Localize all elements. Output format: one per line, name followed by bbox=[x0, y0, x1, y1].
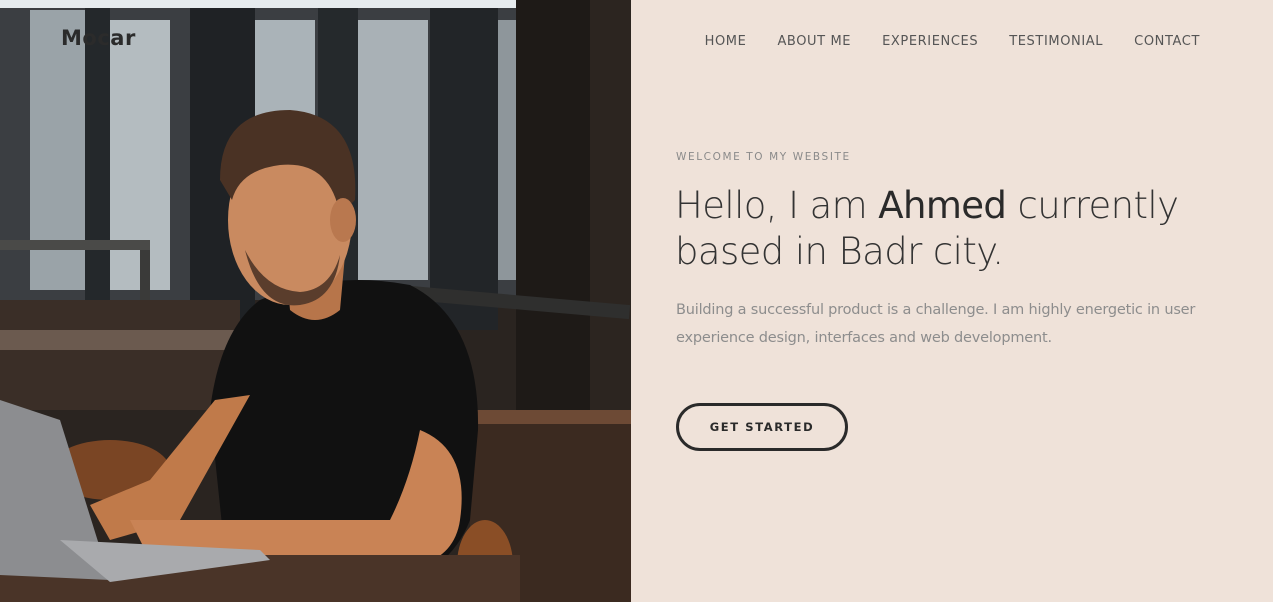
hero-description: Building a successful product is a chall… bbox=[676, 302, 1196, 346]
hero-photo: Mocar bbox=[0, 0, 631, 602]
nav-testimonial[interactable]: TESTIMONIAL bbox=[1009, 34, 1103, 49]
nav-experiences[interactable]: EXPERIENCES bbox=[882, 34, 978, 49]
nav-about-me[interactable]: ABOUT ME bbox=[777, 34, 851, 49]
hero-eyebrow: WELCOME TO MY WEBSITE bbox=[676, 151, 851, 163]
nav-home[interactable]: HOME bbox=[705, 34, 747, 49]
hero-title: Hello, I am Ahmed currently based in Bad… bbox=[675, 183, 1235, 275]
hero-title-name: Ahmed bbox=[878, 184, 1007, 227]
get-started-button[interactable]: GET STARTED bbox=[676, 403, 848, 451]
hero-title-pre: Hello, I am bbox=[675, 184, 879, 227]
nav-contact[interactable]: CONTACT bbox=[1134, 34, 1200, 49]
site-logo[interactable]: Mocar bbox=[61, 26, 136, 50]
hero-content: HOME ABOUT ME EXPERIENCES TESTIMONIAL CO… bbox=[631, 0, 1273, 602]
main-nav: HOME ABOUT ME EXPERIENCES TESTIMONIAL CO… bbox=[705, 34, 1200, 49]
